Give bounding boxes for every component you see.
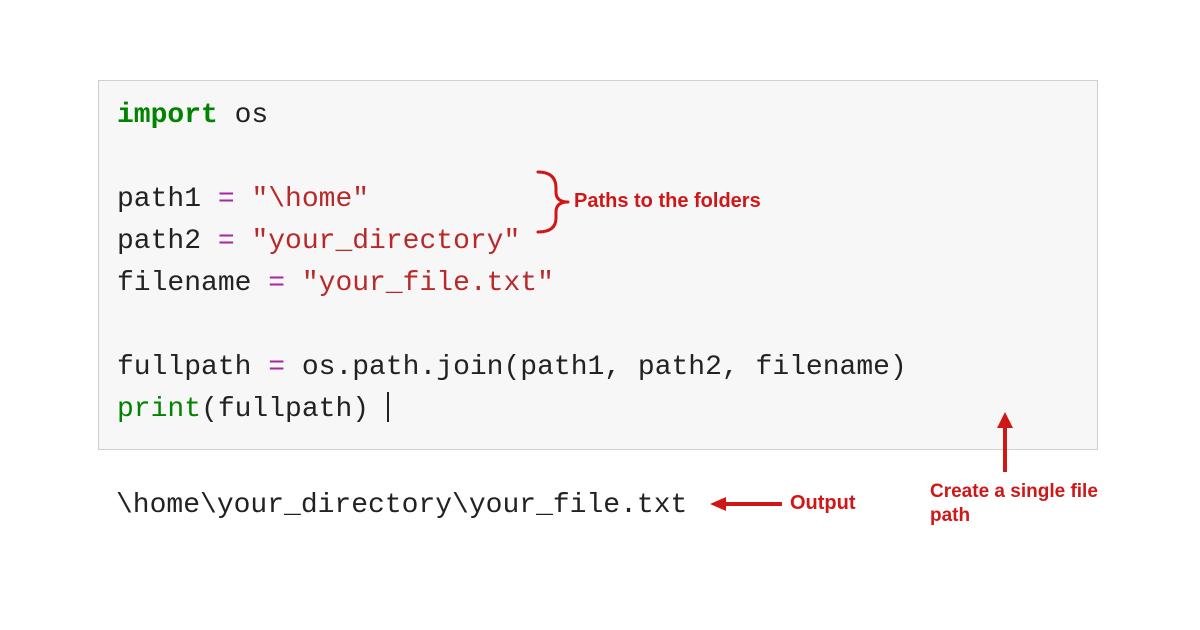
code-content: import os path1 = "\home" path2 = "your_… bbox=[117, 95, 1079, 431]
module-os: os bbox=[218, 100, 268, 131]
print-args: (fullpath) bbox=[201, 394, 369, 425]
text-cursor bbox=[387, 392, 389, 422]
var-filename: filename bbox=[117, 268, 268, 299]
var-path2: path2 bbox=[117, 226, 218, 257]
output-text: \home\your_directory\your_file.txt bbox=[116, 490, 687, 521]
builtin-print: print bbox=[117, 394, 201, 425]
assign-op: = bbox=[218, 226, 252, 257]
var-path1: path1 bbox=[117, 184, 218, 215]
call-ospathjoin: os.path.join(path1, path2, filename) bbox=[302, 352, 907, 383]
import-keyword: import bbox=[117, 100, 218, 131]
annotation-create: Create a single file path bbox=[930, 480, 1098, 528]
assign-op: = bbox=[218, 184, 252, 215]
assign-op: = bbox=[268, 352, 302, 383]
annotation-output: Output bbox=[790, 492, 856, 515]
annotation-paths: Paths to the folders bbox=[574, 190, 761, 213]
str-home: "\home" bbox=[251, 184, 369, 215]
assign-op: = bbox=[268, 268, 302, 299]
str-yourfile: "your_file.txt" bbox=[302, 268, 554, 299]
code-block: import os path1 = "\home" path2 = "your_… bbox=[98, 80, 1098, 450]
str-yourdir: "your_directory" bbox=[251, 226, 520, 257]
arrow-left-icon bbox=[710, 497, 782, 511]
var-fullpath: fullpath bbox=[117, 352, 268, 383]
